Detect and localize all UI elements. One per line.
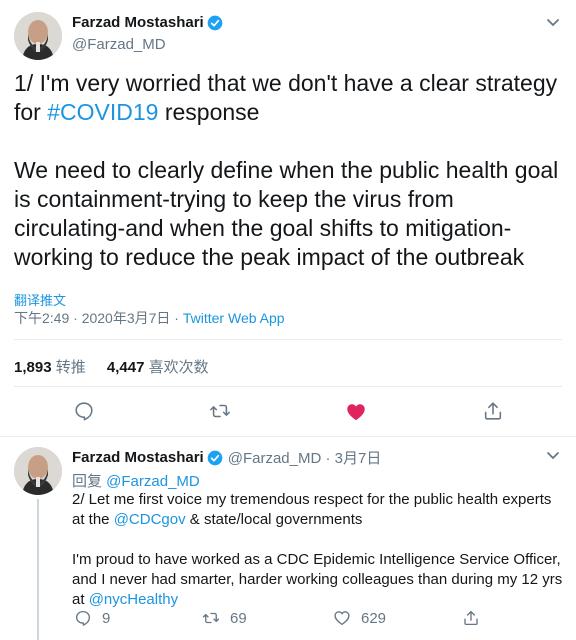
tweet-text: 1/ I'm very worried that we don't have a… [14, 69, 566, 272]
replying-to: 回复 @Farzad_MD [72, 470, 200, 491]
tweet-text-part: response [158, 99, 260, 125]
share-action[interactable] [462, 609, 490, 627]
like-count: 629 [361, 609, 387, 627]
retweet-action[interactable]: 69 [202, 609, 247, 627]
reply-count: 9 [102, 609, 111, 627]
chevron-down-icon[interactable] [546, 18, 560, 28]
reply-tweet[interactable]: Farzad Mostashari @Farzad_MD · 3月7日 回复 @… [0, 437, 576, 640]
tweet-meta: 下午2:49 · 2020年3月7日 · Twitter Web App [14, 308, 285, 328]
tweet-timestamp[interactable]: 下午2:49 · 2020年3月7日 · [14, 310, 183, 326]
replying-to-mention[interactable]: @Farzad_MD [106, 473, 200, 490]
mention-link[interactable]: @nycHealthy [89, 591, 178, 608]
author-handle-date[interactable]: @Farzad_MD · 3月7日 [228, 447, 382, 468]
share-icon[interactable] [482, 400, 504, 422]
tweet-text: 2/ Let me first voice my tremendous resp… [72, 490, 566, 610]
avatar[interactable] [14, 447, 62, 495]
verified-badge-icon [207, 450, 223, 466]
hashtag-link[interactable]: #COVID19 [47, 99, 158, 125]
like-action[interactable]: 629 [333, 609, 386, 627]
mention-link[interactable]: @CDCgov [114, 511, 186, 528]
main-tweet: Farzad Mostashari @Farzad_MD 1/ I'm very… [0, 0, 576, 437]
share-icon [464, 610, 478, 626]
tweet-text-part: We need to clearly define when the publi… [14, 157, 559, 270]
author-name-row: Farzad Mostashari [72, 14, 223, 31]
reply-icon [75, 610, 91, 626]
retweet-icon [202, 612, 220, 624]
divider [14, 339, 562, 340]
author-handle[interactable]: @Farzad_MD [72, 36, 166, 53]
replying-to-prefix: 回复 [72, 473, 107, 490]
retweet-icon[interactable] [209, 400, 231, 422]
heart-icon[interactable] [345, 401, 367, 423]
like-count[interactable]: 4,447 [107, 359, 145, 376]
verified-badge-icon [207, 15, 223, 31]
retweet-count: 69 [230, 609, 247, 627]
like-count-label[interactable]: 喜欢次数 [149, 359, 209, 376]
display-name[interactable]: Farzad Mostashari [72, 14, 204, 31]
display-name[interactable]: Farzad Mostashari [72, 449, 204, 466]
author-name-row: Farzad Mostashari @Farzad_MD · 3月7日 [72, 447, 381, 468]
retweet-count-label[interactable]: 转推 [56, 359, 86, 376]
translate-tweet-link[interactable]: 翻译推文 [14, 290, 66, 309]
tweet-text-part: & state/local governments [185, 511, 363, 528]
reply-icon[interactable] [73, 400, 95, 422]
avatar[interactable] [14, 12, 62, 60]
divider [14, 386, 562, 387]
tweet-source-link[interactable]: Twitter Web App [183, 310, 285, 326]
thread-line [37, 499, 39, 640]
retweet-count[interactable]: 1,893 [14, 359, 52, 376]
reply-action[interactable]: 9 [74, 609, 110, 627]
heart-icon [334, 611, 350, 626]
chevron-down-icon[interactable] [546, 451, 560, 461]
engagement-stats: 1,893 转推 4,447 喜欢次数 [14, 356, 226, 377]
